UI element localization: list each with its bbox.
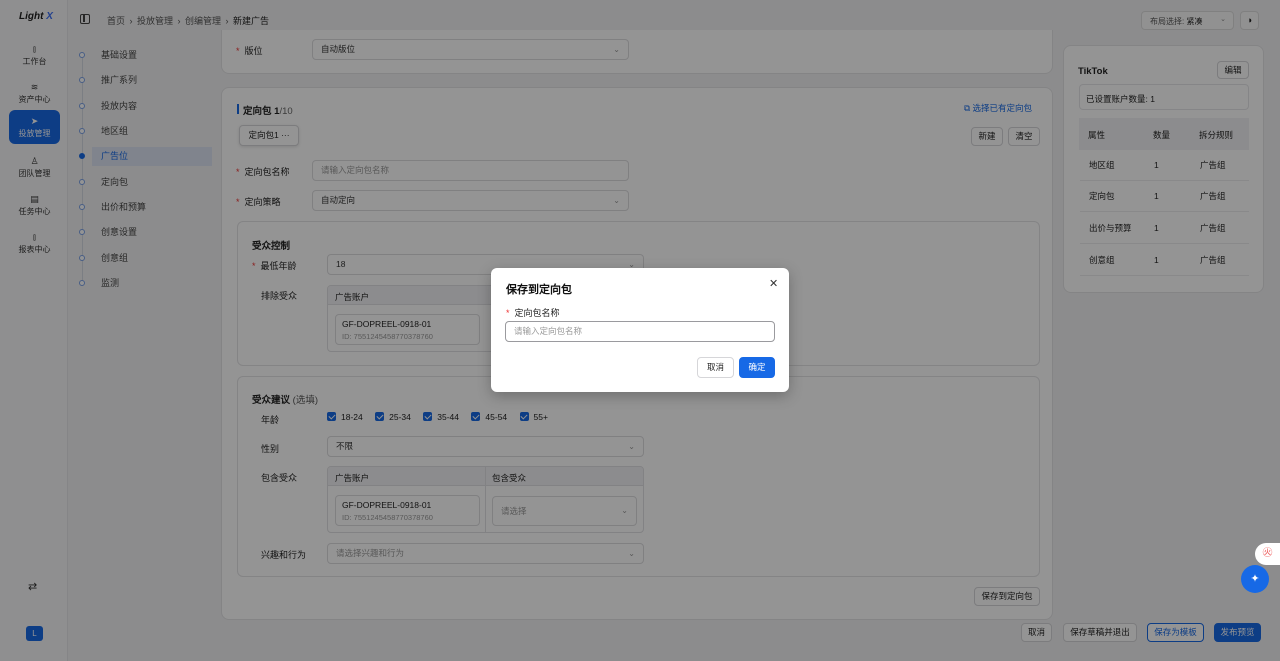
modal-field-label: * 定向包名称 bbox=[506, 308, 560, 318]
translate-icon[interactable]: ㊋ bbox=[1255, 543, 1280, 565]
close-icon[interactable]: ✕ bbox=[769, 277, 778, 290]
modal-cancel-button[interactable]: 取消 bbox=[697, 357, 734, 378]
assistant-fab-icon[interactable]: ✦ bbox=[1241, 565, 1269, 593]
modal-title: 保存到定向包 bbox=[506, 284, 572, 296]
package-name-field[interactable]: 请输入定向包名称 bbox=[505, 321, 775, 342]
modal-confirm-button[interactable]: 确定 bbox=[739, 357, 775, 378]
save-package-modal: 保存到定向包 ✕ * 定向包名称 请输入定向包名称 取消 确定 bbox=[491, 268, 789, 392]
modal-field-label-text: 定向包名称 bbox=[514, 308, 560, 318]
